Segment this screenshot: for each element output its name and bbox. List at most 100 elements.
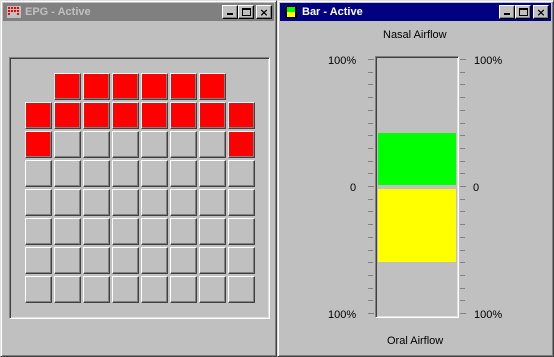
epg-cell-active [170, 102, 197, 129]
scale-tick [460, 237, 465, 238]
epg-cell [112, 160, 139, 187]
scale-tick [460, 262, 465, 263]
scale-tick [460, 59, 466, 60]
minimize-icon [227, 13, 233, 15]
close-button[interactable]: × [533, 5, 549, 19]
bar-title: Bar - Active [302, 6, 363, 18]
epg-cell-active [54, 73, 81, 100]
epg-titlebar[interactable]: EPG - Active × [3, 3, 274, 21]
epg-title: EPG - Active [25, 6, 91, 18]
minimize-button[interactable] [499, 5, 515, 19]
scale-tick [368, 211, 373, 212]
oral-airflow-fill [378, 189, 456, 262]
epg-cell-active [112, 102, 139, 129]
epg-caption-buttons: × [222, 5, 272, 19]
airflow-bar-frame [375, 56, 459, 318]
epg-cell-active [83, 102, 110, 129]
bar-titlebar[interactable]: Bar - Active × [280, 3, 551, 21]
scale-tick [368, 186, 374, 187]
epg-cell [54, 218, 81, 245]
oral-airflow-label: Oral Airflow [387, 335, 444, 347]
epg-cell-active [170, 73, 197, 100]
epg-cell [54, 189, 81, 216]
epg-cell [141, 247, 168, 274]
epg-cell [112, 247, 139, 274]
epg-cell [54, 276, 81, 303]
epg-cell [141, 189, 168, 216]
scale-tick [460, 161, 465, 162]
epg-cell [199, 276, 226, 303]
nasal-airflow-label: Nasal Airflow [383, 29, 447, 41]
scale-tick [368, 262, 373, 263]
epg-cell-active [228, 102, 255, 129]
scale-tick [368, 275, 373, 276]
epg-cell [54, 131, 81, 158]
scale-tick [368, 110, 373, 111]
scale-tick [368, 161, 373, 162]
epg-cell [141, 160, 168, 187]
scale-tick [460, 300, 465, 301]
epg-cell [228, 218, 255, 245]
scale-tick [368, 224, 373, 225]
epg-window: EPG - Active × [0, 0, 277, 357]
epg-cell [141, 131, 168, 158]
scale-tick [460, 72, 465, 73]
maximize-button[interactable] [515, 5, 531, 19]
epg-cell-active [228, 131, 255, 158]
epg-cell [170, 160, 197, 187]
epg-cell [228, 189, 255, 216]
epg-cell [25, 189, 52, 216]
epg-cell [25, 276, 52, 303]
scale-tick [368, 84, 373, 85]
epg-cell-active [112, 73, 139, 100]
scale-tick [460, 313, 466, 314]
epg-cell-active [25, 102, 52, 129]
epg-cell [112, 189, 139, 216]
epg-cell [141, 276, 168, 303]
nasal-airflow-fill [378, 133, 456, 185]
close-icon: × [259, 5, 269, 19]
epg-cell [228, 247, 255, 274]
epg-cell [112, 131, 139, 158]
epg-cell [170, 276, 197, 303]
epg-cell [83, 131, 110, 158]
right-bottom-scale-label: 100% [474, 309, 503, 321]
scale-tick [460, 250, 465, 251]
scale-tick [460, 199, 465, 200]
scale-tick [460, 186, 466, 187]
epg-cell [83, 276, 110, 303]
close-button[interactable]: × [256, 5, 272, 19]
scale-tick [368, 123, 373, 124]
epg-cell [199, 131, 226, 158]
epg-cell [83, 247, 110, 274]
epg-cell [170, 247, 197, 274]
scale-tick [460, 173, 465, 174]
minimize-button[interactable] [222, 5, 238, 19]
scale-tick [460, 97, 465, 98]
airflow-bar-track [378, 59, 456, 315]
maximize-button[interactable] [238, 5, 254, 19]
scale-tick [460, 211, 465, 212]
right-zero-label: 0 [473, 182, 480, 194]
epg-cell-active [54, 102, 81, 129]
bar-chart-icon [285, 6, 297, 18]
epg-cell [170, 189, 197, 216]
epg-cell-active [141, 102, 168, 129]
epg-cell [228, 160, 255, 187]
scale-tick [460, 148, 465, 149]
epg-cell-active [199, 102, 226, 129]
scale-tick [460, 84, 465, 85]
scale-tick [368, 199, 373, 200]
scale-tick [460, 110, 465, 111]
scale-tick [460, 123, 465, 124]
scale-tick [368, 237, 373, 238]
maximize-icon [519, 8, 528, 16]
epg-cell-active [83, 73, 110, 100]
scale-tick [368, 59, 374, 60]
left-tick-scale [368, 59, 374, 315]
epg-cell [25, 247, 52, 274]
scale-tick [368, 250, 373, 251]
scale-tick [368, 288, 373, 289]
scale-tick [368, 72, 373, 73]
epg-cell-active [199, 73, 226, 100]
